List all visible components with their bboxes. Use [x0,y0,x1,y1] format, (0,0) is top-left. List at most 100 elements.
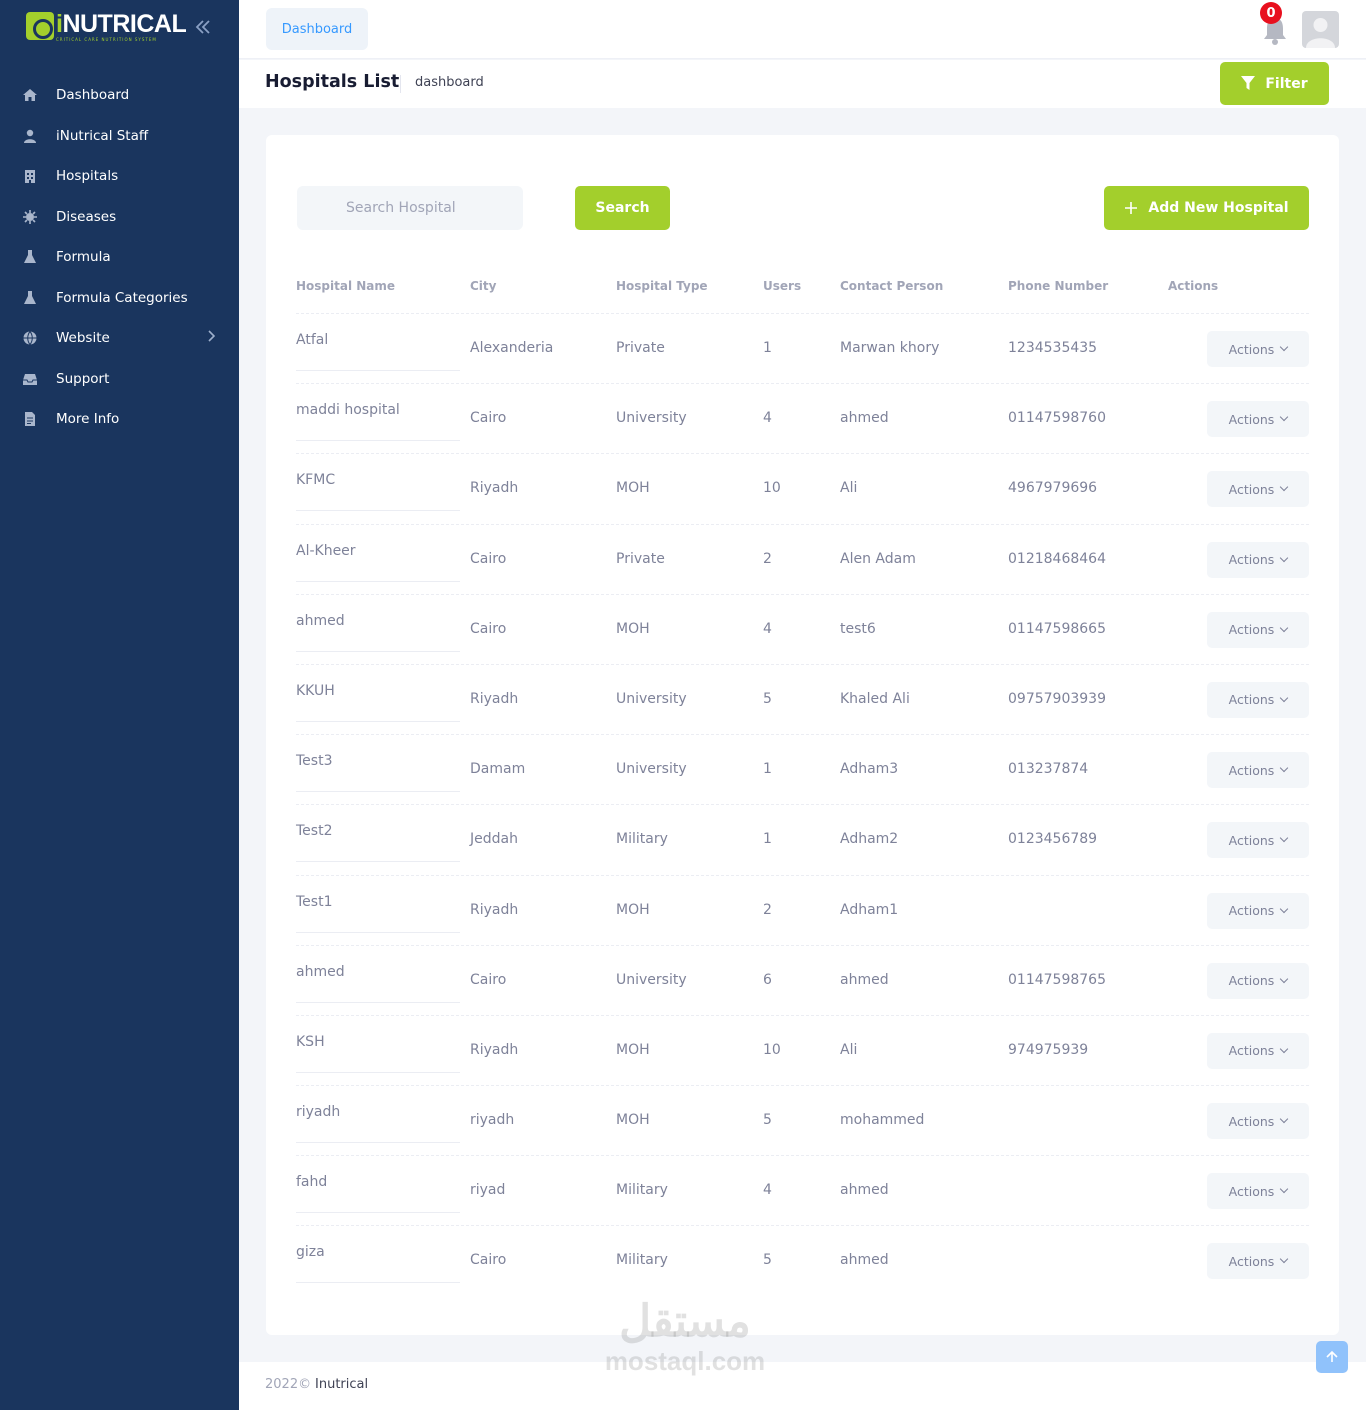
arrow-up-icon [1326,1350,1338,1362]
chevron-down-icon [1280,763,1289,773]
row-actions-dropdown[interactable]: Actions [1207,752,1309,789]
row-name-underline [296,1142,460,1144]
sidebar-item-formula-categories[interactable]: Formula Categories [0,278,239,319]
cell-phone-number: 01147598760 [1008,410,1106,427]
row-name-underline [296,1212,460,1214]
search-button[interactable]: Search [575,186,670,230]
cell-hospital-type: Private [616,550,665,567]
cell-users: 1 [763,761,772,778]
column-header-city[interactable]: City [470,279,496,293]
cell-hospital-name[interactable]: ahmed [296,613,345,629]
cell-hospital-type: University [616,690,687,707]
row-actions-dropdown[interactable]: Actions [1207,892,1309,929]
add-hospital-button[interactable]: Add New Hospital [1104,186,1309,230]
row-actions-dropdown[interactable]: Actions [1207,681,1309,718]
cell-contact-person: Khaled Ali [840,690,910,707]
column-header-hospital-type[interactable]: Hospital Type [616,279,708,293]
cell-users: 4 [763,410,772,427]
row-actions-dropdown[interactable]: Actions [1207,471,1309,508]
chevron-down-icon [1280,412,1289,422]
user-icon [24,129,36,143]
cell-phone-number: 4967979696 [1008,480,1098,497]
cell-hospital-name[interactable]: maddi hospital [296,402,400,418]
sidebar-item-hospitals[interactable]: Hospitals [0,156,239,197]
top-header: Dashboard 0 [239,0,1366,59]
scroll-to-top-button[interactable] [1316,1341,1348,1373]
row-name-underline [296,791,460,793]
cell-phone-number: 09757903939 [1008,690,1106,707]
cell-hospital-name[interactable]: Atfal [296,332,328,348]
cell-hospital-name[interactable]: Test3 [296,753,332,769]
chevron-down-icon [1280,483,1289,492]
cell-phone-number: 01218468464 [1008,550,1106,567]
row-actions-dropdown[interactable]: Actions [1207,962,1309,999]
cell-hospital-name[interactable]: Test1 [296,894,332,910]
row-actions-dropdown[interactable]: Actions [1207,611,1309,648]
chevron-down-icon [1280,834,1289,843]
sidebar-collapse-button[interactable] [193,17,215,39]
sidebar-item-staff[interactable]: iNutrical Staff [0,116,239,157]
cell-city: Cairo [470,620,507,637]
breadcrumb[interactable]: dashboard [415,75,484,90]
chevron-down-icon [1280,1255,1289,1264]
sidebar-item-diseases[interactable]: Diseases [0,197,239,238]
cell-hospital-name[interactable]: giza [296,1244,325,1260]
sidebar-item-dashboard[interactable]: Dashboard [0,75,239,116]
sidebar-item-website[interactable]: Website [0,318,239,359]
filter-button[interactable]: Filter [1220,62,1329,105]
cell-contact-person: Marwan khory [840,340,940,356]
flask-icon [24,290,36,304]
sidebar-item-support[interactable]: Support [0,359,239,400]
user-avatar[interactable] [1302,11,1339,48]
file-icon [25,412,35,427]
row-actions-dropdown[interactable]: Actions [1207,401,1309,438]
actions-label: Actions [1228,903,1275,918]
cell-hospital-type: MOH [616,1112,650,1129]
cell-users: 2 [763,901,772,918]
row-actions-dropdown[interactable]: Actions [1207,1173,1309,1210]
chevron-down-icon [1280,623,1289,632]
cell-hospital-name[interactable]: Test2 [296,823,332,839]
column-header-hospital-name[interactable]: Hospital Name [296,279,395,293]
column-header-contact-person[interactable]: Contact Person [840,279,943,293]
row-actions-dropdown[interactable]: Actions [1207,1032,1309,1069]
table-row: Atfal Alexanderia Private 1 Marwan khory 1234… [296,313,1309,383]
row-name-underline [296,510,460,512]
row-actions-dropdown[interactable]: Actions [1207,1103,1309,1140]
row-actions-dropdown[interactable]: Actions [1207,541,1309,578]
tab-dashboard[interactable]: Dashboard [266,8,368,50]
row-name-underline [296,1282,460,1284]
cell-users: 4 [763,620,772,637]
row-actions-dropdown[interactable]: Actions [1207,822,1309,859]
cell-hospital-name[interactable]: KSH [296,1034,325,1050]
table-row: riyadh riyadh MOH 5 mohammed Actions [296,1085,1309,1155]
cell-city: Cairo [470,550,507,567]
search-input[interactable] [297,186,523,230]
cell-hospital-type: MOH [616,620,650,637]
cell-hospital-name[interactable]: Al-Kheer [296,543,356,559]
cell-hospital-type: MOH [616,1041,650,1058]
cell-hospital-name[interactable]: KFMC [296,472,335,488]
cell-hospital-name[interactable]: ahmed [296,964,345,980]
cell-hospital-name[interactable]: fahd [296,1174,327,1190]
cell-hospital-name[interactable]: riyadh [296,1104,340,1120]
page-title: Hospitals List [265,72,400,92]
cell-hospital-name[interactable]: KKUH [296,683,335,699]
column-header-phone-number[interactable]: Phone Number [1008,279,1108,293]
chevron-down-icon [1280,553,1289,562]
row-actions-dropdown[interactable]: Actions [1207,1243,1309,1280]
cell-users: 2 [763,550,772,567]
cell-hospital-type: Military [616,1252,668,1269]
sidebar-item-formula[interactable]: Formula [0,237,239,278]
cell-contact-person: ahmed [840,1252,889,1269]
row-actions-dropdown[interactable]: Actions [1207,331,1309,367]
cell-city: riyadh [470,1112,515,1129]
cell-contact-person: Adham2 [840,831,899,848]
sidebar-item-more-info[interactable]: More Info [0,399,239,440]
cell-contact-person: Adham3 [840,761,899,778]
column-header-users[interactable]: Users [763,279,801,293]
table-row: KFMC Riyadh MOH 10 Ali 4967979696 Actions [296,453,1309,523]
table-row: Test3 Damam University 1 Adham3 013237874 Acti… [296,734,1309,804]
sidebar-nav: Dashboard iNutrical Staff Hospitals Dise… [0,75,239,440]
footer-brand-link[interactable]: Inutrical [315,1377,368,1392]
